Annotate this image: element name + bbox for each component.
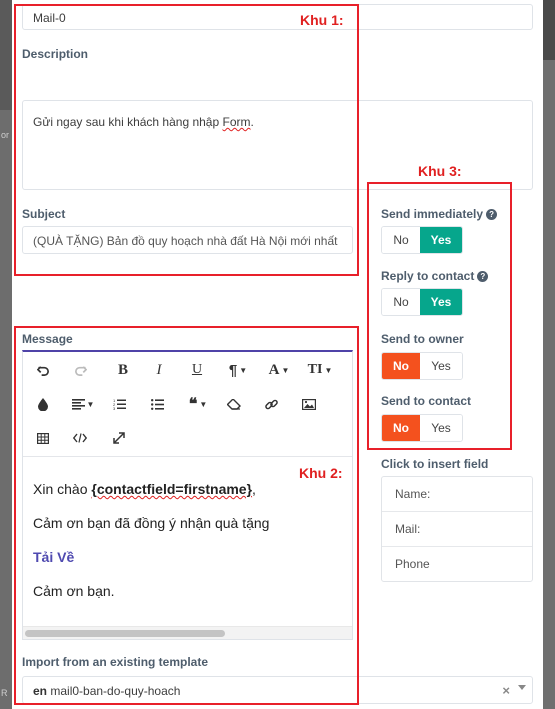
zone-2-label: Khu 2: [299,465,343,481]
backdrop-left-page: or R [0,110,12,709]
backdrop-right-page [543,60,555,709]
insert-field-mail[interactable]: Mail: [382,512,532,547]
zone-3-label: Khu 3: [418,163,462,179]
clear-icon[interactable]: × [502,683,510,698]
insert-field-name[interactable]: Name: [382,477,532,512]
backdrop-text: or [1,130,10,140]
insert-field-phone[interactable]: Phone [382,547,532,582]
backdrop-left-top [0,0,12,110]
insert-field-list: Name: Mail: Phone [381,476,533,582]
backdrop-text: R [1,688,8,698]
email-modal: Mail-0 Description Gửi ngay sau khi khác… [12,0,543,709]
zone-2-box [14,326,359,705]
chevron-down-icon[interactable] [518,685,526,690]
zone-1-box [14,4,359,276]
zone-1-label: Khu 1: [300,12,344,28]
zone-3-box [367,182,512,450]
insert-field-label: Click to insert field [381,457,489,471]
